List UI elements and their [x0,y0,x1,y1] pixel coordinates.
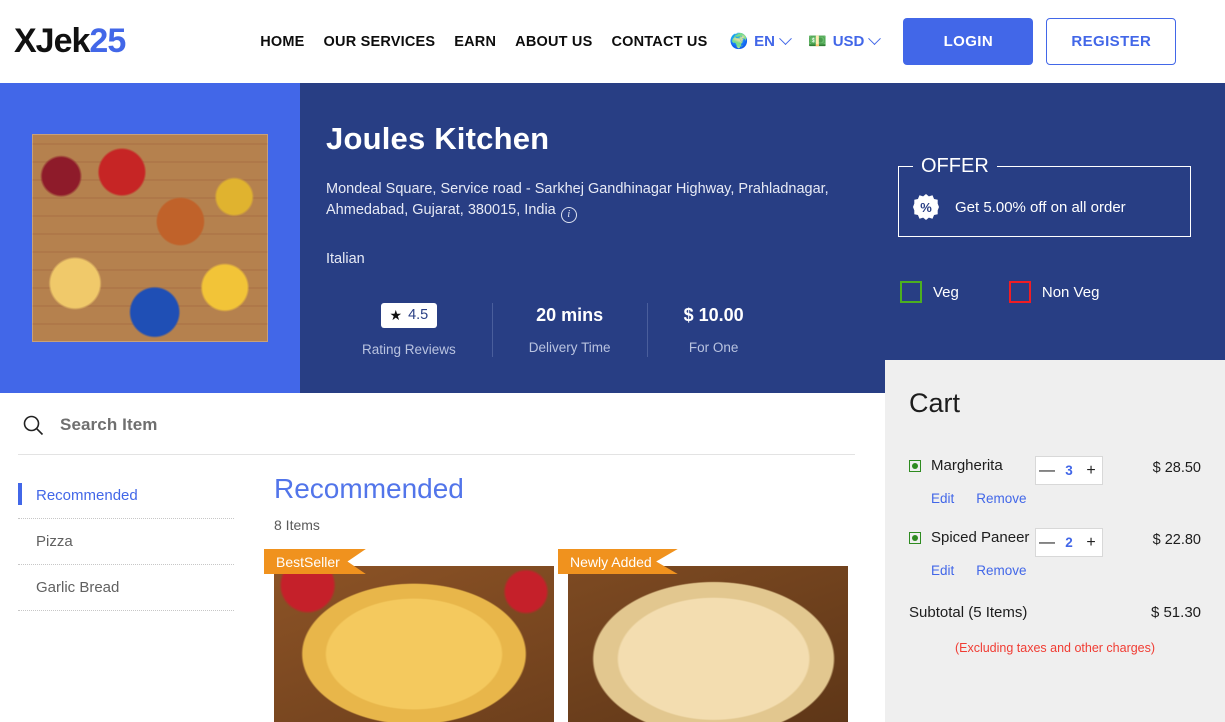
cart-item: Margherita — 3 + $ 28.50 Edit Remove [909,456,1201,506]
veg-filter-legend: Veg Non Veg [900,281,1099,303]
register-button[interactable]: REGISTER [1046,18,1176,65]
non-veg-square-icon [1009,281,1031,303]
nav-item-contact-us[interactable]: CONTACT US [611,34,707,50]
category-item-pizza[interactable]: Pizza [18,518,234,564]
restaurant-address: Mondeal Square, Service road - Sarkhej G… [326,179,846,223]
info-icon[interactable]: i [561,207,577,223]
rating-badge: ★ 4.5 [381,303,438,328]
globe-icon: 🌍 [729,34,748,49]
restaurant-stats: ★ 4.5 Rating Reviews 20 mins Delivery Ti… [326,303,1225,357]
cart-item-price: $ 22.80 [1153,528,1201,548]
excluding-taxes-note: (Excluding taxes and other charges) [909,641,1201,655]
stat-delivery-time: 20 mins Delivery Time [492,303,647,357]
filter-veg[interactable]: Veg [900,281,959,303]
veg-indicator-icon [909,460,921,472]
quantity-value: 2 [1058,535,1080,550]
category-divider [18,610,234,611]
quantity-value: 3 [1058,463,1080,478]
offer-section: OFFER Get 5.00% off on all order [898,155,1191,237]
cart-panel: Cart Margherita — 3 + $ 28.50 Edit Remov… [885,360,1225,722]
header-selectors: 🌍 EN 💵 USD [729,33,879,50]
menu-card[interactable]: BestSeller [274,549,554,722]
cart-title: Cart [909,388,1201,419]
decrease-quantity-button[interactable]: — [1036,529,1058,556]
category-item-garlic-bread[interactable]: Garlic Bread [18,564,234,610]
subtotal-amount: $ 51.30 [1151,604,1201,621]
stat-price-for-one: $ 10.00 For One [647,303,780,357]
quantity-stepper[interactable]: — 3 + [1035,456,1103,485]
delivery-time-label: Delivery Time [529,340,611,355]
nav-item-home[interactable]: HOME [260,34,304,50]
nav-item-our-services[interactable]: OUR SERVICES [324,34,436,50]
site-header: XJek25 HOME OUR SERVICES EARN ABOUT US C… [0,0,1225,83]
menu-item-image[interactable] [274,566,554,722]
restaurant-details-panel: Joules Kitchen Mondeal Square, Service r… [300,83,1225,393]
chevron-down-icon [779,32,792,45]
cart-item-name: Spiced Paneer [931,528,1031,548]
auth-buttons: LOGIN REGISTER [903,18,1176,65]
menu-item-image[interactable] [568,566,848,722]
remove-item-link[interactable]: Remove [976,491,1026,506]
remove-item-link[interactable]: Remove [976,563,1026,578]
search-icon [22,414,44,436]
currency-selector[interactable]: 💵 USD [808,33,879,50]
currency-value: USD [833,33,865,50]
offer-legend: OFFER [913,155,997,178]
price-for-one-value: $ 10.00 [684,305,744,326]
login-button[interactable]: LOGIN [903,18,1033,65]
language-selector[interactable]: 🌍 EN [729,33,790,50]
site-logo[interactable]: XJek25 [14,22,125,61]
edit-item-link[interactable]: Edit [931,491,954,506]
cart-item-actions: Edit Remove [931,563,1201,578]
restaurant-photo [32,134,268,342]
subtotal-label: Subtotal (5 Items) [909,604,1027,621]
address-text: Mondeal Square, Service road - Sarkhej G… [326,181,829,218]
cart-item-actions: Edit Remove [931,491,1201,506]
restaurant-name: Joules Kitchen [326,121,1225,157]
cart-subtotal: Subtotal (5 Items) $ 51.30 [909,604,1201,621]
rating-label: Rating Reviews [362,342,456,357]
main-navigation: HOME OUR SERVICES EARN ABOUT US CONTACT … [260,34,707,50]
price-for-one-label: For One [689,340,739,355]
edit-item-link[interactable]: Edit [931,563,954,578]
chevron-down-icon [868,32,881,45]
badge-bestseller: BestSeller [264,549,366,574]
filter-non-veg[interactable]: Non Veg [1009,281,1100,303]
discount-badge-icon [913,194,939,220]
category-item-recommended[interactable]: Recommended [18,473,234,518]
restaurant-image-panel [0,83,300,393]
cart-item-price: $ 28.50 [1153,456,1201,476]
rating-value: 4.5 [408,307,428,323]
nav-item-about-us[interactable]: ABOUT US [515,34,592,50]
badge-newly-added: Newly Added [558,549,678,574]
nav-item-earn[interactable]: EARN [454,34,496,50]
cart-item: Spiced Paneer — 2 + $ 22.80 Edit Remove [909,528,1201,578]
restaurant-cuisine: Italian [326,251,1225,267]
cart-item-row: Margherita — 3 + $ 28.50 [909,456,1201,485]
veg-square-icon [900,281,922,303]
cart-item-row: Spiced Paneer — 2 + $ 22.80 [909,528,1201,557]
cart-item-name: Margherita [931,456,1031,476]
quantity-stepper[interactable]: — 2 + [1035,528,1103,557]
logo-text-primary: XJek [14,22,89,60]
veg-indicator-icon [909,532,921,544]
stat-rating: ★ 4.5 Rating Reviews [326,303,492,357]
offer-box: OFFER Get 5.00% off on all order [898,155,1191,237]
logo-text-accent: 25 [89,22,125,60]
offer-text: Get 5.00% off on all order [955,199,1126,216]
money-icon: 💵 [808,34,827,49]
search-input[interactable]: Search Item [60,415,157,435]
filter-veg-label: Veg [933,284,959,301]
category-list: Recommended Pizza Garlic Bread [0,455,252,722]
increase-quantity-button[interactable]: + [1080,529,1102,556]
decrease-quantity-button[interactable]: — [1036,457,1058,484]
delivery-time-value: 20 mins [536,305,603,326]
star-icon: ★ [390,307,403,324]
menu-card[interactable]: Newly Added [568,549,848,722]
restaurant-hero: Joules Kitchen Mondeal Square, Service r… [0,83,1225,393]
increase-quantity-button[interactable]: + [1080,457,1102,484]
language-value: EN [754,33,775,50]
filter-non-veg-label: Non Veg [1042,284,1100,301]
